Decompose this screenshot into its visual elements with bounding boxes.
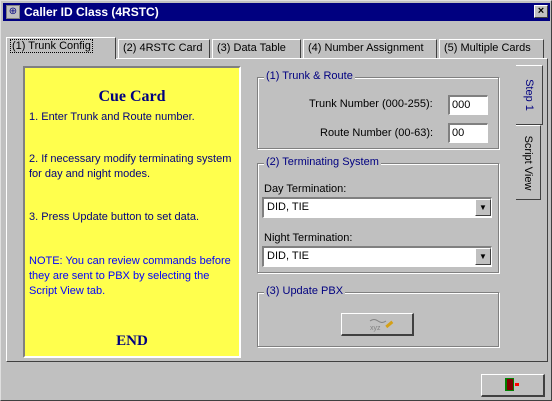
trunk-route-legend: (1) Trunk & Route bbox=[264, 70, 355, 82]
tab-number-assignment[interactable]: (4) Number Assignment bbox=[303, 39, 437, 58]
day-termination-label: Day Termination: bbox=[264, 183, 347, 195]
cue-step-3: 3. Press Update button to set data. bbox=[29, 211, 199, 223]
door-exit-icon bbox=[505, 378, 519, 391]
tab-step-1-label: Step 1 bbox=[523, 79, 535, 111]
cue-note: NOTE: You can review commands before the… bbox=[29, 255, 231, 297]
tab-step-1[interactable]: Step 1 bbox=[516, 65, 543, 125]
tab-trunk-config[interactable]: (1) Trunk Config bbox=[6, 37, 116, 59]
cue-step-2: 2. If necessary modify terminating syste… bbox=[29, 153, 232, 180]
status-bar bbox=[6, 371, 548, 397]
night-termination-select[interactable]: DID, TIE ▼ bbox=[262, 246, 492, 267]
title-bar: ⊕ Caller ID Class (4RSTC) × bbox=[3, 3, 550, 21]
tab-multiple-cards[interactable]: (5) Multiple Cards bbox=[439, 39, 544, 58]
cue-card-title: Cue Card bbox=[98, 88, 166, 105]
night-termination-value: DID, TIE bbox=[267, 250, 309, 262]
svg-text:xyz: xyz bbox=[370, 325, 381, 332]
window: ⊕ Caller ID Class (4RSTC) × (1) Trunk Co… bbox=[0, 0, 552, 401]
tab-data-table[interactable]: (3) Data Table bbox=[212, 39, 301, 58]
tab-4rstc-card[interactable]: (2) 4RSTC Card bbox=[118, 39, 210, 58]
trunk-number-input[interactable]: 000 bbox=[448, 95, 488, 115]
tab-script-view[interactable]: Script View bbox=[516, 125, 541, 200]
cue-card-end: END bbox=[116, 333, 148, 349]
window-title: Caller ID Class (4RSTC) bbox=[24, 5, 159, 19]
route-number-input[interactable]: 00 bbox=[448, 123, 488, 143]
day-termination-select[interactable]: DID, TIE ▼ bbox=[262, 197, 492, 218]
day-termination-value: DID, TIE bbox=[267, 201, 309, 213]
route-number-label: Route Number (00-63): bbox=[320, 127, 434, 139]
cue-card: Cue Card 1. Enter Trunk and Route number… bbox=[23, 66, 241, 358]
update-pbx-legend: (3) Update PBX bbox=[264, 285, 346, 297]
close-button[interactable]: × bbox=[534, 5, 548, 18]
chevron-down-icon[interactable]: ▼ bbox=[475, 248, 491, 265]
update-pbx-button[interactable]: xyz bbox=[341, 313, 414, 336]
pencil-icon: xyz bbox=[369, 319, 394, 332]
chevron-down-icon[interactable]: ▼ bbox=[475, 199, 491, 216]
terminating-system-legend: (2) Terminating System bbox=[264, 156, 381, 168]
trunk-number-label: Trunk Number (000-255): bbox=[309, 98, 433, 110]
tab-script-view-label: Script View bbox=[522, 135, 534, 190]
exit-button[interactable] bbox=[481, 374, 545, 397]
cue-step-1: 1. Enter Trunk and Route number. bbox=[29, 111, 195, 123]
app-icon[interactable]: ⊕ bbox=[6, 5, 20, 19]
night-termination-label: Night Termination: bbox=[264, 232, 353, 244]
